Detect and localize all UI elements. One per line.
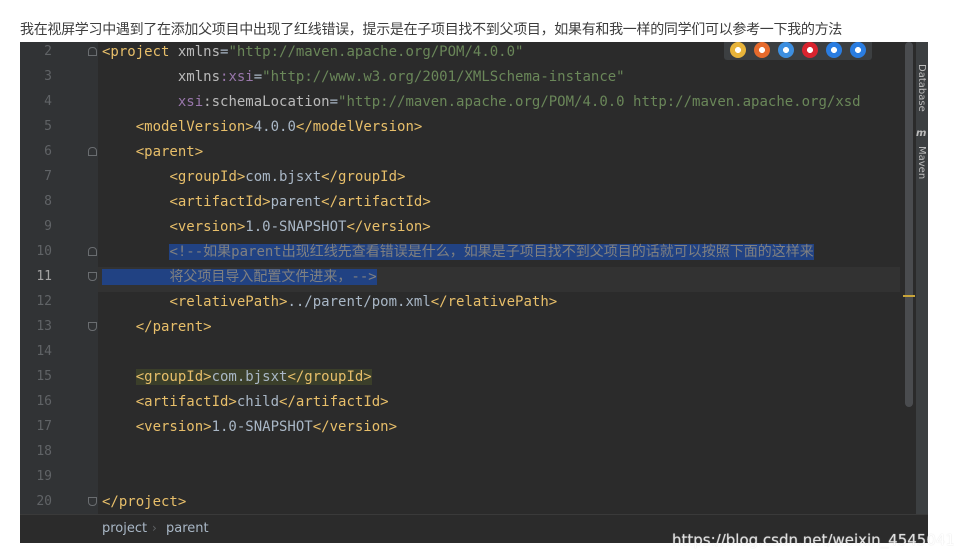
code-line[interactable]: 6 <parent> <box>20 142 900 167</box>
chrome-icon[interactable] <box>730 42 746 58</box>
ie-icon[interactable] <box>826 42 842 58</box>
warning-marker[interactable] <box>903 295 915 297</box>
code-text[interactable]: <version>1.0-SNAPSHOT</version> <box>102 417 397 437</box>
code-text[interactable]: <modelVersion>4.0.0</modelVersion> <box>102 117 423 137</box>
line-number: 18 <box>36 444 52 459</box>
fold-marker-icon[interactable] <box>88 322 97 331</box>
watermark: https://blog.csdn.net/weixin_45450412 <box>672 531 954 549</box>
line-number: 17 <box>36 419 52 434</box>
code-text[interactable]: xsi:schemaLocation="http://maven.apache.… <box>102 92 861 112</box>
firefox-icon[interactable] <box>754 42 770 58</box>
code-line[interactable]: 16 <artifactId>child</artifactId> <box>20 392 900 417</box>
code-line[interactable]: 17 <version>1.0-SNAPSHOT</version> <box>20 417 900 442</box>
maven-icon: m <box>916 128 927 139</box>
code-line[interactable]: 11 将父项目导入配置文件进来，--> <box>20 267 900 292</box>
fold-marker-icon[interactable] <box>88 147 97 156</box>
line-number: 14 <box>36 344 52 359</box>
code-lines[interactable]: 2 <project xmlns="http://maven.apache.org… <box>20 42 900 514</box>
code-line[interactable]: 15 <groupId>com.bjsxt</groupId> <box>20 367 900 392</box>
line-number: 13 <box>36 319 52 334</box>
line-number: 15 <box>36 369 52 384</box>
code-text[interactable]: </project> <box>102 492 186 512</box>
fold-marker-icon[interactable] <box>88 497 97 506</box>
line-number: 2 <box>44 44 52 59</box>
line-number: 8 <box>44 194 52 209</box>
line-number: 19 <box>36 469 52 484</box>
code-editor[interactable]: 2 <project xmlns="http://maven.apache.org… <box>20 42 928 543</box>
code-line[interactable]: 4 xsi:schemaLocation="http://maven.apach… <box>20 92 900 117</box>
post-caption: 我在视屏学习中遇到了在添加父项目中出现了红线错误，提示是在子项目找不到父项目，如… <box>20 22 842 38</box>
line-number: 5 <box>44 119 52 134</box>
code-text[interactable]: <groupId>com.bjsxt</groupId> <box>102 367 372 387</box>
code-text[interactable]: <relativePath>../parent/pom.xml</relativ… <box>102 292 557 312</box>
code-text[interactable]: 将父项目导入配置文件进来，--> <box>102 267 377 287</box>
line-number: 20 <box>36 494 52 509</box>
opera-icon[interactable] <box>802 42 818 58</box>
database-tool-tab[interactable]: Database <box>916 64 927 112</box>
code-text[interactable]: <artifactId>child</artifactId> <box>102 392 389 412</box>
fold-marker-icon[interactable] <box>88 47 97 56</box>
code-text[interactable]: xmlns:xsi="http://www.w3.org/2001/XMLSch… <box>102 67 625 87</box>
code-text[interactable]: <version>1.0-SNAPSHOT</version> <box>102 217 430 237</box>
line-number: 11 <box>36 269 52 284</box>
line-number: 16 <box>36 394 52 409</box>
line-number: 12 <box>36 294 52 309</box>
fold-marker-icon[interactable] <box>88 272 97 281</box>
code-line[interactable]: 18 <box>20 442 900 467</box>
code-line[interactable]: 10 <!--如果parent出现红线先查看错误是什么，如果是子项目找不到父项目… <box>20 242 900 267</box>
code-text[interactable]: <parent> <box>102 142 203 162</box>
code-text[interactable]: </parent> <box>102 317 212 337</box>
code-line[interactable]: 9 <version>1.0-SNAPSHOT</version> <box>20 217 900 242</box>
code-line[interactable]: 3 xmlns:xsi="http://www.w3.org/2001/XMLS… <box>20 67 900 92</box>
code-line[interactable]: 5 <modelVersion>4.0.0</modelVersion> <box>20 117 900 142</box>
line-number: 9 <box>44 219 52 234</box>
line-number: 3 <box>44 69 52 84</box>
scrollbar-thumb[interactable] <box>905 42 913 407</box>
code-line[interactable]: 13 </parent> <box>20 317 900 342</box>
right-tool-sidebar: Database m Maven <box>916 42 928 514</box>
line-number: 4 <box>44 94 52 109</box>
code-text[interactable]: <groupId>com.bjsxt</groupId> <box>102 167 405 187</box>
maven-tool-tab[interactable]: Maven <box>916 146 927 179</box>
code-line[interactable]: 19 <box>20 467 900 492</box>
code-line[interactable]: 14 <box>20 342 900 367</box>
code-line[interactable]: 7 <groupId>com.bjsxt</groupId> <box>20 167 900 192</box>
code-text[interactable]: <artifactId>parent</artifactId> <box>102 192 430 212</box>
line-number: 10 <box>36 244 52 259</box>
breadcrumb-project[interactable]: project <box>102 521 147 536</box>
line-number: 6 <box>44 144 52 159</box>
edge-icon[interactable] <box>850 42 866 58</box>
safari-icon[interactable] <box>778 42 794 58</box>
browser-preview-toolbar <box>724 42 872 60</box>
line-number: 7 <box>44 169 52 184</box>
vertical-scrollbar[interactable] <box>902 42 916 514</box>
code-text[interactable]: <project xmlns="http://maven.apache.org/… <box>102 42 523 62</box>
code-line[interactable]: 8 <artifactId>parent</artifactId> <box>20 192 900 217</box>
breadcrumb-separator: › <box>152 521 157 535</box>
fold-marker-icon[interactable] <box>88 247 97 256</box>
code-line[interactable]: 12 <relativePath>../parent/pom.xml</rela… <box>20 292 900 317</box>
code-text[interactable]: <!--如果parent出现红线先查看错误是什么，如果是子项目找不到父项目的话就… <box>102 242 814 262</box>
breadcrumb-parent[interactable]: parent <box>166 521 209 536</box>
